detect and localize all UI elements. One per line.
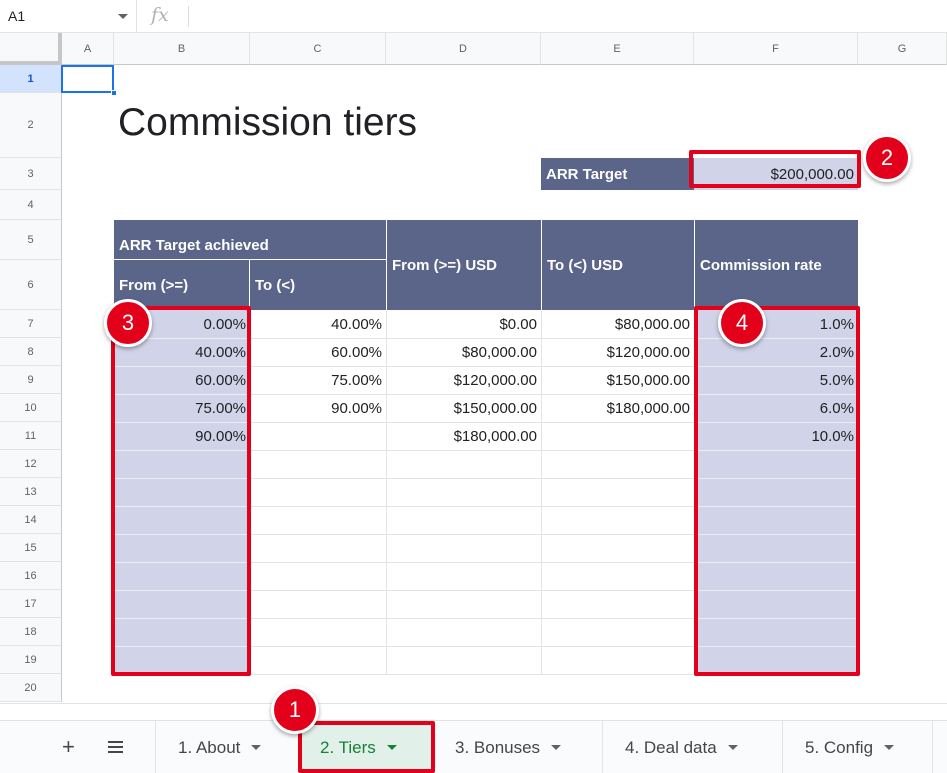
row-header-5[interactable]: 5 [0, 220, 62, 260]
table-cell-from-usd[interactable]: $180,000.00 [386, 422, 541, 450]
header-to-percent[interactable]: To (<) [250, 260, 386, 310]
row-header-10[interactable]: 10 [0, 394, 62, 422]
gridline [250, 674, 694, 675]
gridline [250, 534, 694, 535]
column-header-f[interactable]: F [694, 33, 858, 65]
table-cell-from-usd[interactable]: $80,000.00 [386, 338, 541, 366]
table-cell-to-usd[interactable]: $80,000.00 [541, 310, 694, 338]
table-cell-to-usd[interactable]: $180,000.00 [541, 394, 694, 422]
name-box-ref[interactable]: A1 [8, 8, 25, 24]
gridline [250, 562, 694, 563]
table-cell-to-usd[interactable]: $150,000.00 [541, 366, 694, 394]
chevron-down-icon[interactable] [551, 745, 562, 750]
callout-badge-3: 3 [104, 299, 152, 347]
column-header-g[interactable]: G [858, 33, 947, 65]
formula-bar-divider [188, 6, 189, 27]
row-header-11[interactable]: 11 [0, 422, 62, 450]
table-cell-to[interactable]: 90.00% [250, 394, 386, 422]
list-icon[interactable] [108, 741, 123, 753]
spreadsheet-grid[interactable]: A B C D E F G 1 2 3 4 5 6 7 8 9 10 11 12… [0, 33, 947, 703]
row-header-18[interactable]: 18 [0, 618, 62, 646]
gridline [250, 506, 694, 507]
select-all-corner[interactable] [0, 33, 62, 65]
tab-label: 5. Config [805, 737, 874, 757]
table-cell-to-usd[interactable] [541, 422, 694, 450]
header-to-usd[interactable]: To (<) USD [541, 220, 694, 310]
row-header-1[interactable]: 1 [0, 65, 62, 93]
table-cell-to[interactable] [250, 422, 386, 450]
table-cell-from-usd[interactable]: $150,000.00 [386, 394, 541, 422]
page-title: Commission tiers [118, 101, 418, 144]
table-cell-to[interactable]: 75.00% [250, 366, 386, 394]
formula-bar: A1 fx [0, 0, 947, 33]
callout-badge-4: 4 [718, 299, 766, 347]
gridline [250, 646, 694, 647]
tab-config[interactable]: 5. Config [783, 721, 933, 773]
gridline [250, 450, 694, 451]
table-cell-to-usd[interactable]: $120,000.00 [541, 338, 694, 366]
callout-box-tiers-tab [298, 721, 435, 773]
tab-label: 3. Bonuses [455, 737, 541, 757]
fill-handle[interactable] [111, 90, 117, 96]
row-header-2[interactable]: 2 [0, 93, 62, 158]
row-header-16[interactable]: 16 [0, 562, 62, 590]
fx-icon: fx [151, 4, 169, 26]
header-commission-rate[interactable]: Commission rate [694, 220, 858, 310]
horizontal-scrollbar[interactable] [0, 703, 947, 720]
callout-box-from-column [111, 306, 251, 676]
row-header-6[interactable]: 6 [0, 260, 62, 310]
header-from-usd[interactable]: From (>=) USD [386, 220, 541, 310]
chevron-down-icon[interactable] [118, 14, 128, 19]
table-cell-from-usd[interactable]: $0.00 [386, 310, 541, 338]
name-box[interactable]: A1 [0, 0, 137, 33]
header-arr-target-achieved[interactable]: ARR Target achieved [114, 220, 386, 260]
arr-target-label[interactable]: ARR Target [541, 158, 694, 190]
row-header-3[interactable]: 3 [0, 158, 62, 190]
tab-about[interactable]: 1. About [155, 721, 300, 773]
table-cell-to[interactable]: 60.00% [250, 338, 386, 366]
row-header-15[interactable]: 15 [0, 534, 62, 562]
gridline [250, 478, 694, 479]
callout-box-arr-target [689, 150, 861, 188]
callout-box-rate-column [694, 306, 860, 676]
row-header-14[interactable]: 14 [0, 506, 62, 534]
table-cell-to[interactable]: 40.00% [250, 310, 386, 338]
gridline [250, 618, 694, 619]
row-header-20[interactable]: 20 [0, 674, 62, 702]
add-sheet-button[interactable]: + [62, 735, 75, 759]
row-header-4[interactable]: 4 [0, 190, 62, 220]
selected-cell-a1[interactable] [61, 65, 114, 93]
column-header-b[interactable]: B [114, 33, 250, 65]
tab-label: 1. About [178, 737, 241, 757]
column-header-d[interactable]: D [386, 33, 541, 65]
sheet-tab-bar: + 1. About 2. Tiers 3. Bonuses 4. Deal d… [0, 720, 947, 773]
row-header-19[interactable]: 19 [0, 646, 62, 674]
tab-deal-data[interactable]: 4. Deal data [603, 721, 783, 773]
table-cell-from-usd[interactable]: $120,000.00 [386, 366, 541, 394]
row-header-12[interactable]: 12 [0, 450, 62, 478]
gridline [250, 590, 694, 591]
tab-bonuses[interactable]: 3. Bonuses [434, 721, 603, 773]
tab-label: 4. Deal data [625, 737, 717, 757]
row-header-7[interactable]: 7 [0, 310, 62, 338]
column-header-e[interactable]: E [541, 33, 694, 65]
row-header-9[interactable]: 9 [0, 366, 62, 394]
callout-badge-2: 2 [863, 134, 911, 182]
row-header-13[interactable]: 13 [0, 478, 62, 506]
row-header-17[interactable]: 17 [0, 590, 62, 618]
chevron-down-icon[interactable] [884, 745, 895, 750]
column-header-c[interactable]: C [250, 33, 386, 65]
chevron-down-icon[interactable] [251, 745, 262, 750]
column-header-a[interactable]: A [62, 33, 114, 65]
chevron-down-icon[interactable] [727, 745, 738, 750]
callout-badge-1: 1 [271, 686, 319, 734]
row-header-8[interactable]: 8 [0, 338, 62, 366]
